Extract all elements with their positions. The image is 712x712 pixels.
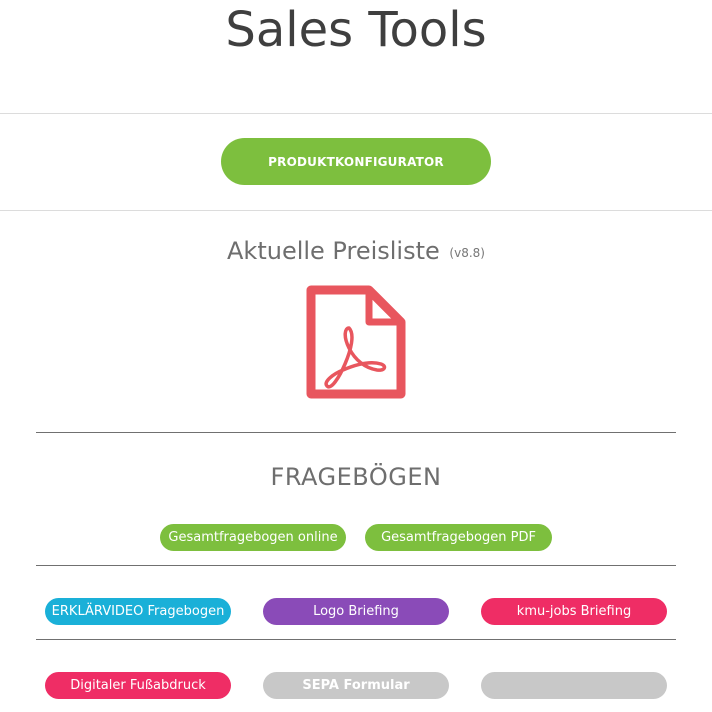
pricelist-title: Aktuelle Preisliste (v8.8) xyxy=(0,236,712,268)
kmu-jobs-briefing-button[interactable]: kmu-jobs Briefing xyxy=(481,598,667,625)
gesamtfragebogen-online-button[interactable]: Gesamtfragebogen online xyxy=(160,524,346,551)
gesamtfragebogen-pdf-button[interactable]: Gesamtfragebogen PDF xyxy=(365,524,552,551)
logo-briefing-button[interactable]: Logo Briefing xyxy=(263,598,449,625)
sepa-formular-button[interactable]: SEPA Formular xyxy=(263,672,449,699)
section-heading-fragebogen: FRAGEBÖGEN xyxy=(270,463,442,491)
pricelist-version: (v8.8) xyxy=(449,246,485,260)
blank-button[interactable] xyxy=(481,672,667,699)
pricelist-title-text: Aktuelle Preisliste xyxy=(227,237,440,265)
page-title: Sales Tools xyxy=(225,2,487,58)
erklaervideo-fragebogen-button[interactable]: ERKLÄRVIDEO Fragebogen xyxy=(45,598,231,625)
pdf-file-icon[interactable] xyxy=(305,284,407,400)
divider xyxy=(0,113,712,114)
digitaler-fussabdruck-button[interactable]: Digitaler Fußabdruck xyxy=(45,672,231,699)
divider xyxy=(36,432,676,433)
divider xyxy=(0,210,712,211)
divider xyxy=(36,565,676,566)
divider xyxy=(36,639,676,640)
produktkonfigurator-button[interactable]: PRODUKTKONFIGURATOR xyxy=(221,138,491,185)
